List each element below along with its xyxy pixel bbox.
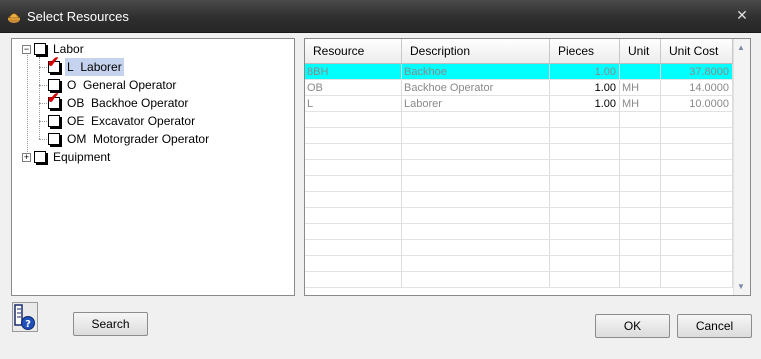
window-title: Select Resources (27, 9, 129, 24)
empty-row (305, 192, 733, 208)
expand-icon[interactable]: + (22, 153, 31, 162)
cell-unit-cost: 14.0000 (661, 80, 733, 96)
checkbox-laborer[interactable]: ✔ (47, 55, 60, 73)
vertical-scrollbar[interactable]: ▲ ▼ (733, 39, 750, 295)
checkbox-backhoe-operator[interactable]: ✔ (47, 91, 60, 109)
scroll-up-icon[interactable]: ▲ (737, 43, 745, 52)
resource-tree[interactable]: − Labor ✔ L Laborer O General Operator ✔… (11, 38, 295, 296)
cell-unit-cost: 37.8000 (661, 64, 733, 80)
cell-description: Backhoe Operator (402, 80, 550, 96)
tree-group-equipment[interactable]: + Equipment (12, 148, 294, 166)
tree-item-label: OE Excavator Operator (67, 114, 196, 128)
help-button[interactable]: ? (12, 302, 38, 332)
table-row[interactable]: L Laborer 1.00 MH 10.0000 (305, 96, 733, 112)
svg-text:?: ? (25, 319, 31, 330)
cancel-button[interactable]: Cancel (677, 314, 752, 338)
column-header-description[interactable]: Description (402, 39, 550, 63)
cell-unit: MH (620, 96, 661, 112)
tree-item-laborer[interactable]: ✔ L Laborer (12, 55, 294, 76)
tree-item-backhoe-operator[interactable]: ✔ OB Backhoe Operator (12, 91, 294, 112)
empty-row (305, 160, 733, 176)
cell-pieces[interactable]: 1.00 (550, 96, 620, 112)
checkbox-equipment[interactable] (34, 151, 46, 163)
empty-row (305, 208, 733, 224)
tree-item-label: OB Backhoe Operator (67, 96, 189, 110)
cell-pieces[interactable]: 1.00 (550, 80, 620, 96)
cell-resource: OB (305, 80, 402, 96)
cell-resource: 8BH (305, 64, 402, 80)
table-row[interactable]: OB Backhoe Operator 1.00 MH 14.0000 (305, 80, 733, 96)
empty-row (305, 128, 733, 144)
table-row[interactable]: 8BH Backhoe 1.00 37.8000 (305, 64, 733, 80)
cell-description: Backhoe (402, 64, 550, 80)
column-header-unit[interactable]: Unit (620, 39, 661, 63)
cell-description: Laborer (402, 96, 550, 112)
tree-group-label: Equipment (53, 150, 111, 164)
tree-item-label: O General Operator (67, 78, 177, 92)
empty-row (305, 256, 733, 272)
cell-pieces[interactable]: 1.00 (550, 64, 620, 80)
resources-grid[interactable]: Resource Description Pieces Unit Unit Co… (304, 38, 751, 296)
title-bar: Select Resources ✕ (0, 0, 761, 33)
tree-item-label: L Laborer (65, 58, 124, 76)
cell-unit (620, 64, 661, 80)
checkbox-labor[interactable] (34, 43, 46, 55)
column-header-resource[interactable]: Resource (305, 39, 402, 63)
help-icon: ? (14, 304, 35, 330)
check-icon: ✔ (47, 90, 60, 107)
empty-row (305, 112, 733, 128)
ok-button[interactable]: OK (595, 314, 670, 338)
search-button[interactable]: Search (73, 312, 148, 336)
checkbox-excavator-operator[interactable] (48, 115, 60, 127)
check-icon: ✔ (47, 54, 60, 71)
tree-item-motorgrader-operator[interactable]: OM Motorgrader Operator (12, 130, 294, 148)
empty-row (305, 176, 733, 192)
column-header-pieces[interactable]: Pieces (550, 39, 620, 63)
grid-header: Resource Description Pieces Unit Unit Co… (305, 39, 735, 64)
empty-row (305, 240, 733, 256)
app-hardhat-icon (8, 13, 20, 23)
cell-unit: MH (620, 80, 661, 96)
scroll-down-icon[interactable]: ▼ (737, 282, 745, 291)
close-icon[interactable]: ✕ (733, 6, 751, 24)
cell-resource: L (305, 96, 402, 112)
empty-row (305, 272, 733, 288)
checkbox-motorgrader-operator[interactable] (48, 133, 60, 145)
empty-row (305, 224, 733, 240)
cell-unit-cost: 10.0000 (661, 96, 733, 112)
tree-item-excavator-operator[interactable]: OE Excavator Operator (12, 112, 294, 130)
tree-item-label: OM Motorgrader Operator (67, 132, 210, 146)
empty-row (305, 144, 733, 160)
collapse-icon[interactable]: − (22, 45, 31, 54)
column-header-unit-cost[interactable]: Unit Cost (661, 39, 733, 63)
